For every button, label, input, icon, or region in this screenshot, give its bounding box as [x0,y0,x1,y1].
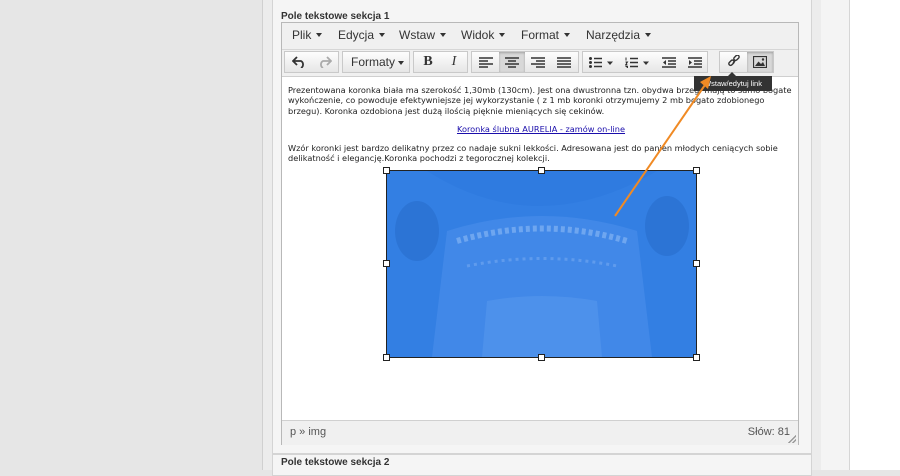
bullet-list-button[interactable] [584,52,618,72]
undo-button[interactable] [286,52,312,72]
resize-handle-e[interactable] [693,260,700,267]
resize-handle-s[interactable] [538,354,545,361]
image-icon [753,56,767,68]
resize-handle-w[interactable] [383,260,390,267]
editor-content[interactable]: Prezentowana koronka biała ma szerokość … [288,85,794,171]
text-style-group: B I [413,51,468,73]
section-1-title: Pole tekstowe sekcja 1 [281,11,390,22]
history-group [284,51,339,73]
chevron-down-icon [564,33,571,37]
menu-narzedzia[interactable]: Narzędzia [586,28,652,42]
menu-wstaw[interactable]: Wstaw [399,28,446,42]
menu-label: Plik [292,28,312,42]
editor-toolbar: Formaty B I [282,50,798,77]
align-right-button[interactable] [525,52,551,72]
resize-handle-n[interactable] [538,167,545,174]
italic-button[interactable]: I [441,52,467,72]
menu-label: Edycja [338,28,375,42]
right-scroll-strip [821,0,850,470]
redo-icon [320,56,332,68]
align-left-button[interactable] [473,52,499,72]
order-link[interactable]: Koronka ślubna AURELIA - zamów on-line [457,124,625,134]
outdent-button[interactable] [656,52,682,72]
link-tooltip: Wstaw/edytuj link [694,72,772,91]
word-count: Słów: 81 [747,426,790,438]
justify-icon [557,56,571,68]
formats-dropdown[interactable]: Formaty [342,51,410,73]
resize-handle-nw[interactable] [383,167,390,174]
formats-label: Formaty [351,55,396,69]
align-right-icon [531,56,545,68]
italic-icon: I [451,54,457,69]
list-group [582,51,708,73]
lace-image[interactable] [383,167,700,361]
align-center-button[interactable] [499,52,525,72]
menu-label: Format [521,28,560,42]
numbered-list-button[interactable] [620,52,654,72]
chevron-down-icon [440,33,446,37]
paragraph-link: Koronka ślubna AURELIA - zamów on-line [288,124,794,134]
align-left-icon [479,56,493,68]
element-path[interactable]: p » img [290,426,326,438]
justify-button[interactable] [551,52,577,72]
bullet-list-icon [589,56,613,68]
alignment-group [471,51,579,73]
resize-handle-se[interactable] [693,354,700,361]
resize-handle-sw[interactable] [383,354,390,361]
undo-icon [292,56,304,68]
indent-button[interactable] [682,52,708,72]
editor-statusbar: p » img Słów: 81 [282,420,798,445]
chevron-down-icon [316,33,323,37]
menu-widok[interactable]: Widok [461,28,506,42]
menu-edycja[interactable]: Edycja [338,28,386,42]
numbered-list-icon [625,57,649,68]
chevron-down-icon [398,61,404,65]
chevron-down-icon [645,33,652,37]
bold-icon: B [423,54,433,69]
indent-icon [688,56,702,68]
bold-button[interactable]: B [415,52,441,72]
menu-plik[interactable]: Plik [292,28,323,42]
right-panel [850,0,900,470]
outdent-icon [662,56,676,68]
link-icon [728,55,740,67]
editor-menubar: Plik Edycja Wstaw Widok Format Narzędzia [282,23,798,50]
chevron-down-icon [379,33,386,37]
paragraph-description-2: Wzór koronki jest bardzo delikatny przez… [288,142,778,164]
menu-label: Narzędzia [586,28,641,42]
menu-label: Widok [461,28,495,42]
chevron-down-icon [499,33,506,37]
menu-label: Wstaw [399,28,435,42]
section-2-title: Pole tekstowe sekcja 2 [281,457,390,468]
left-panel [0,0,262,470]
align-center-icon [505,56,519,68]
menu-format[interactable]: Format [521,28,571,42]
redo-button[interactable] [312,52,338,72]
resize-grip-icon[interactable] [788,435,796,443]
lace-pattern [387,171,696,357]
resize-handle-ne[interactable] [693,167,700,174]
link-button[interactable] [721,52,747,72]
insert-group [719,51,774,73]
image-button[interactable] [747,52,773,72]
